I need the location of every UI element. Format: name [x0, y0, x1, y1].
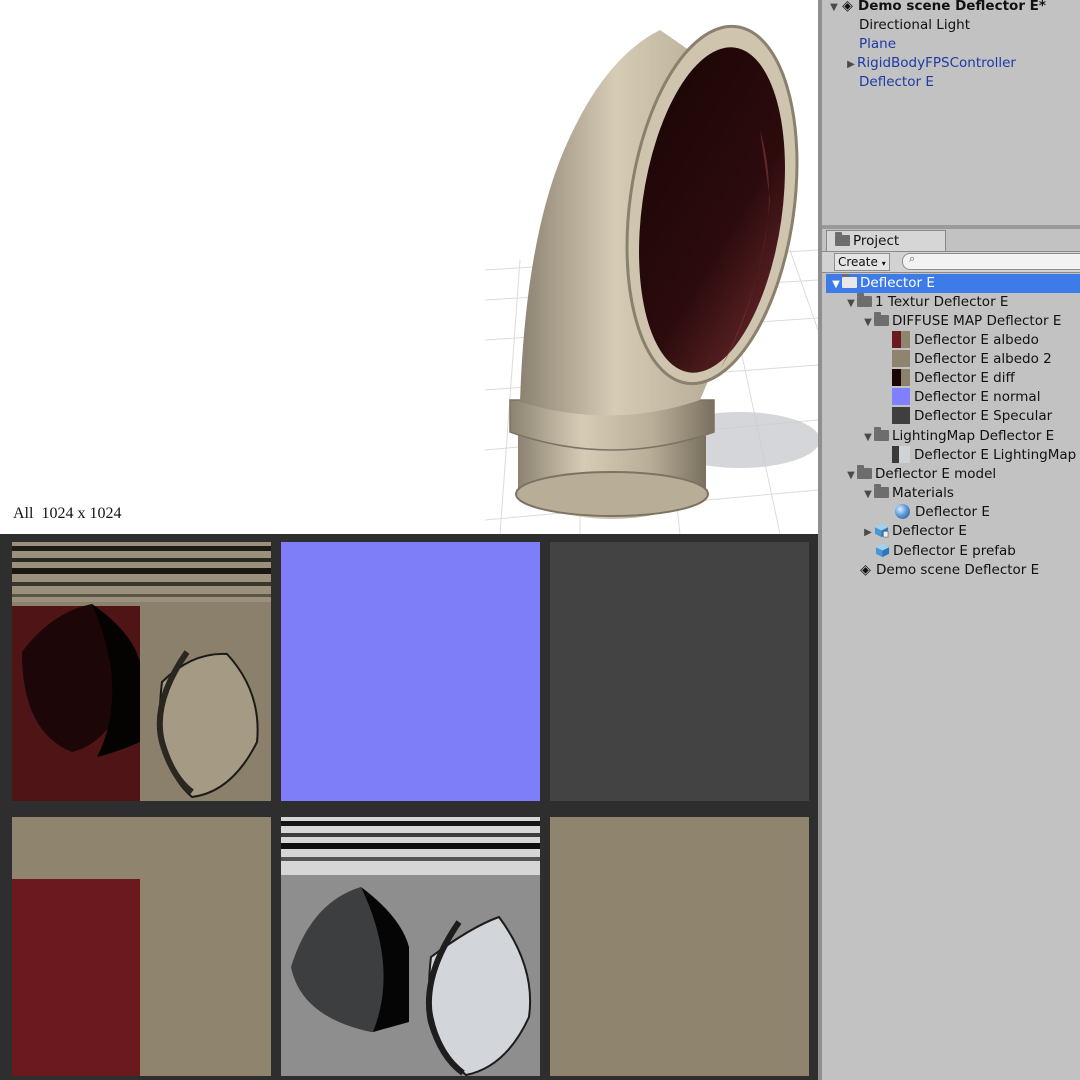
expand-icon[interactable]: ▼ [862, 485, 874, 504]
tree-item-normal[interactable]: Deflector E normal [892, 388, 1040, 407]
tree-item-albedo[interactable]: Deflector E albedo [892, 331, 1039, 350]
expand-icon[interactable]: ▼ [845, 294, 857, 313]
tree-label: Deflector E prefab [893, 543, 1016, 559]
texture-thumb-icon [892, 369, 910, 386]
scene-title-row[interactable]: ▼ ◈ Demo scene Deflector E* [828, 0, 1046, 16]
tree-label: Deflector E model [875, 466, 997, 482]
tree-label: Deflector E diff [914, 370, 1015, 386]
texture-thumb-icon [892, 388, 910, 405]
tree-label: Deflector E [915, 504, 990, 520]
folder-icon [857, 465, 872, 479]
prefab-cube-icon [875, 543, 890, 558]
search-input[interactable]: ⌕ [902, 252, 1080, 270]
diff-map-tile [550, 817, 809, 1076]
hierarchy-item-label: Directional Light [859, 17, 970, 33]
tree-item-material[interactable]: Deflector E [895, 503, 990, 522]
expand-icon[interactable]: ▼ [845, 466, 857, 485]
tree-label: Deflector E albedo 2 [914, 351, 1052, 367]
tree-item-diffuse-folder[interactable]: ▼ DIFFUSE MAP Deflector E [862, 312, 1061, 331]
hierarchy-item-deflector[interactable]: Deflector E [859, 73, 934, 92]
create-button[interactable]: Create ▾ [834, 253, 890, 271]
tree-item-demo-scene[interactable]: ◈ Demo scene Deflector E [858, 561, 1039, 580]
create-label: Create [838, 255, 878, 269]
resolution-caption: All 1024 x 1024 [13, 505, 122, 522]
material-sphere-icon [895, 504, 910, 519]
albedo2-tile [12, 817, 271, 1076]
tree-item-specular[interactable]: Deflector E Specular [892, 407, 1052, 426]
tree-item-diff[interactable]: Deflector E diff [892, 369, 1015, 388]
normal-map-tile [281, 542, 540, 801]
texture-grid [0, 534, 818, 1080]
tree-label: Deflector E albedo [914, 332, 1039, 348]
folder-icon [835, 232, 850, 246]
tree-item-model[interactable]: ▶ Deflector E [862, 522, 967, 541]
scene-title: Demo scene Deflector E* [858, 0, 1046, 14]
tree-item-model-folder[interactable]: ▼ Deflector E model [845, 465, 996, 484]
panel-divider [822, 225, 1080, 229]
expand-icon[interactable]: ▼ [862, 313, 874, 332]
expand-icon[interactable]: ▼ [830, 275, 842, 294]
tree-label: Materials [892, 485, 954, 501]
lighting-map-tile [281, 817, 540, 1076]
tree-label: Demo scene Deflector E [876, 562, 1040, 578]
unity-scene-icon: ◈ [860, 562, 871, 578]
expand-right-icon[interactable]: ▶ [862, 523, 874, 542]
tree-item-prefab[interactable]: Deflector E prefab [875, 542, 1016, 561]
tree-item-deflector-root[interactable]: ▼ Deflector E [830, 274, 935, 293]
editor-panel: ▼ ◈ Demo scene Deflector E* Directional Li… [818, 0, 1080, 1080]
folder-icon [874, 312, 889, 326]
texture-thumb-icon [892, 446, 910, 463]
hierarchy-item-label: Plane [859, 36, 897, 52]
tree-label: Deflector E Specular [914, 408, 1053, 424]
tree-item-materials-folder[interactable]: ▼ Materials [862, 484, 954, 503]
deflector-render [484, 24, 818, 534]
hierarchy-item-fps-controller[interactable]: ▶ RigidBodyFPSController [845, 54, 1016, 73]
tree-item-lightingmap[interactable]: Deflector E LightingMap [892, 446, 1076, 465]
search-icon: ⌕ [909, 252, 916, 265]
texture-thumb-icon [892, 350, 910, 367]
albedo-atlas-tile [12, 542, 271, 801]
hierarchy-item-label: Deflector E [859, 74, 934, 90]
texture-thumb-icon [892, 407, 910, 424]
tree-label: DIFFUSE MAP Deflector E [892, 313, 1062, 329]
tree-label: 1 Textur Deflector E [875, 294, 1009, 310]
hierarchy-item-label: RigidBodyFPSController [857, 55, 1016, 71]
tree-label: Deflector E [892, 523, 967, 539]
tab-project[interactable]: Project [826, 230, 946, 251]
folder-icon [842, 274, 857, 288]
specular-map-tile [550, 542, 809, 801]
hierarchy-item-directional-light[interactable]: Directional Light [859, 16, 970, 35]
unity-scene-icon: ◈ [842, 0, 853, 14]
dropdown-arrow-icon: ▾ [881, 259, 886, 268]
tree-label: Deflector E LightingMap [914, 447, 1077, 463]
folder-icon [874, 427, 889, 441]
model-cube-icon [874, 523, 889, 538]
folder-icon [874, 484, 889, 498]
tab-label: Project [853, 233, 900, 249]
tree-item-albedo-2[interactable]: Deflector E albedo 2 [892, 350, 1052, 369]
tree-item-lightingmap-folder[interactable]: ▼ LightingMap Deflector E [862, 427, 1054, 446]
expand-right-icon[interactable]: ▶ [845, 55, 857, 74]
folder-icon [857, 293, 872, 307]
expand-icon[interactable]: ▼ [828, 0, 840, 17]
texture-thumb-icon [892, 331, 910, 348]
tree-label: Deflector E normal [914, 389, 1041, 405]
tree-item-textures-folder[interactable]: ▼ 1 Textur Deflector E [845, 293, 1008, 312]
tree-label: Deflector E [860, 275, 935, 291]
tree-label: LightingMap Deflector E [892, 428, 1055, 444]
render-view [0, 0, 818, 534]
expand-icon[interactable]: ▼ [862, 428, 874, 447]
hierarchy-item-plane[interactable]: Plane [859, 35, 896, 54]
